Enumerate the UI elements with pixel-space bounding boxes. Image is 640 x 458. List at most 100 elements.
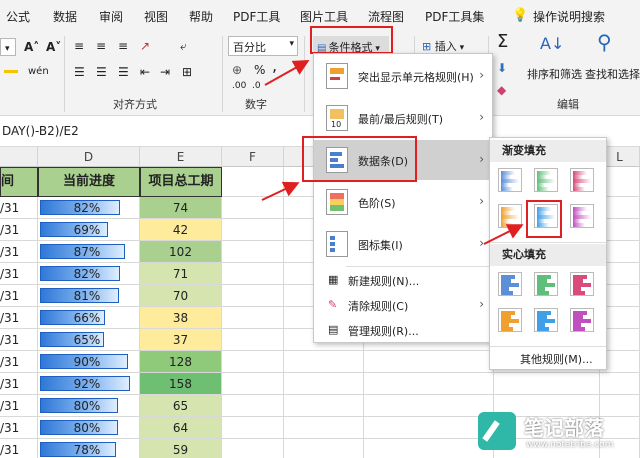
- empty-cell[interactable]: [222, 417, 284, 439]
- align-center-icon[interactable]: ☰: [96, 66, 107, 78]
- font-decrease-icon[interactable]: A˅: [46, 41, 61, 53]
- align-middle-icon[interactable]: ≡: [96, 40, 106, 52]
- duration-cell[interactable]: 37: [140, 329, 222, 351]
- tab-formulas[interactable]: 公式: [6, 8, 30, 25]
- clear-icon[interactable]: ◆: [497, 84, 506, 96]
- comma-button[interactable]: ,: [272, 58, 277, 74]
- date-cell[interactable]: /31: [0, 417, 38, 439]
- date-cell[interactable]: /31: [0, 263, 38, 285]
- column-header-e[interactable]: E: [140, 147, 222, 167]
- empty-cell[interactable]: [600, 373, 640, 395]
- indent-decrease-icon[interactable]: ⇤: [140, 66, 150, 78]
- menu-item-clear-rules[interactable]: ✎ 清除规则(C) ›: [314, 293, 492, 317]
- tab-pdf-toolset[interactable]: PDF工具集: [425, 8, 484, 25]
- merge-center-icon[interactable]: ⊞: [182, 66, 192, 78]
- menu-item-top-bottom[interactable]: 10 最前/最后规则(T) ›: [314, 98, 492, 138]
- header-cell-a[interactable]: 间: [0, 167, 38, 197]
- date-cell[interactable]: /31: [0, 439, 38, 458]
- indent-increase-icon[interactable]: ⇥: [160, 66, 170, 78]
- percent-button[interactable]: %: [254, 64, 265, 76]
- duration-cell[interactable]: 71: [140, 263, 222, 285]
- empty-cell[interactable]: [222, 219, 284, 241]
- tab-flowchart[interactable]: 流程图: [368, 8, 404, 25]
- date-cell[interactable]: /31: [0, 373, 38, 395]
- align-bottom-icon[interactable]: ≡: [118, 40, 128, 52]
- empty-cell[interactable]: [222, 307, 284, 329]
- date-cell[interactable]: /31: [0, 285, 38, 307]
- gradient-bar-swatch[interactable]: [570, 204, 594, 228]
- more-rules-item[interactable]: 其他规则(M)...: [520, 351, 593, 367]
- solid-bar-swatch[interactable]: [534, 272, 558, 296]
- duration-cell[interactable]: 38: [140, 307, 222, 329]
- gradient-bar-swatch[interactable]: [570, 168, 594, 192]
- menu-item-color-scale[interactable]: 色阶(S) ›: [314, 182, 492, 222]
- empty-cell[interactable]: [364, 417, 494, 439]
- date-cell[interactable]: /31: [0, 241, 38, 263]
- align-left-icon[interactable]: ☰: [74, 66, 85, 78]
- progress-cell[interactable]: 80%: [38, 395, 140, 417]
- tab-picture-tools[interactable]: 图片工具: [300, 8, 348, 25]
- search-icon[interactable]: ⚲: [597, 32, 612, 52]
- empty-cell[interactable]: [364, 439, 494, 458]
- empty-cell[interactable]: [494, 373, 600, 395]
- tab-pdf-tools[interactable]: PDF工具: [233, 8, 280, 25]
- tab-data[interactable]: 数据: [53, 8, 77, 25]
- orientation-icon[interactable]: ↗: [140, 40, 150, 52]
- column-header-f[interactable]: F: [222, 147, 284, 167]
- progress-cell[interactable]: 80%: [38, 417, 140, 439]
- empty-cell[interactable]: [222, 329, 284, 351]
- phonetic-icon[interactable]: wén: [28, 66, 49, 78]
- highlight-color-icon[interactable]: [4, 70, 18, 73]
- duration-cell[interactable]: 128: [140, 351, 222, 373]
- duration-cell[interactable]: 65: [140, 395, 222, 417]
- date-cell[interactable]: /31: [0, 219, 38, 241]
- solid-bar-swatch[interactable]: [534, 308, 558, 332]
- empty-cell[interactable]: [284, 439, 364, 458]
- progress-cell[interactable]: 82%: [38, 197, 140, 219]
- progress-cell[interactable]: 81%: [38, 285, 140, 307]
- empty-cell[interactable]: [364, 395, 494, 417]
- formula-text[interactable]: DAY()-B2)/E2: [2, 124, 79, 138]
- date-cell[interactable]: /31: [0, 351, 38, 373]
- empty-cell[interactable]: [222, 167, 284, 197]
- tab-view[interactable]: 视图: [144, 8, 168, 25]
- empty-cell[interactable]: [284, 395, 364, 417]
- empty-cell[interactable]: [222, 285, 284, 307]
- font-increase-icon[interactable]: A˄: [24, 41, 39, 53]
- menu-item-manage-rules[interactable]: ▤ 管理规则(R)...: [314, 318, 492, 342]
- align-top-icon[interactable]: ≡: [74, 40, 84, 52]
- find-select-button[interactable]: 查找和选择: [585, 66, 640, 82]
- currency-icon[interactable]: ⊕: [232, 64, 242, 76]
- gradient-bar-swatch[interactable]: [534, 168, 558, 192]
- wrap-text-icon[interactable]: ⤶: [180, 40, 187, 52]
- decrease-decimal-button[interactable]: .0: [252, 80, 261, 92]
- menu-item-new-rule[interactable]: ▦ 新建规则(N)...: [314, 268, 492, 292]
- gradient-bar-swatch[interactable]: [498, 204, 522, 228]
- header-current-progress[interactable]: 当前进度: [38, 167, 140, 197]
- solid-bar-swatch[interactable]: [498, 272, 522, 296]
- empty-cell[interactable]: [284, 417, 364, 439]
- empty-cell[interactable]: [222, 241, 284, 263]
- duration-cell[interactable]: 59: [140, 439, 222, 458]
- gradient-bar-swatch[interactable]: [498, 168, 522, 192]
- font-size-dropdown[interactable]: ▾: [0, 38, 16, 56]
- tab-help[interactable]: 帮助: [189, 8, 213, 25]
- column-header-a[interactable]: [0, 147, 38, 167]
- empty-cell[interactable]: [284, 351, 364, 373]
- empty-cell[interactable]: [222, 197, 284, 219]
- progress-cell[interactable]: 78%: [38, 439, 140, 458]
- progress-cell[interactable]: 65%: [38, 329, 140, 351]
- empty-cell[interactable]: [222, 395, 284, 417]
- tab-review[interactable]: 审阅: [99, 8, 123, 25]
- date-cell[interactable]: /31: [0, 395, 38, 417]
- solid-bar-swatch[interactable]: [498, 308, 522, 332]
- empty-cell[interactable]: [284, 373, 364, 395]
- empty-cell[interactable]: [364, 351, 494, 373]
- progress-cell[interactable]: 92%: [38, 373, 140, 395]
- menu-item-highlight-rules[interactable]: 突出显示单元格规则(H) ›: [314, 56, 492, 96]
- duration-cell[interactable]: 102: [140, 241, 222, 263]
- fill-icon[interactable]: ⬇: [497, 62, 507, 74]
- solid-bar-swatch[interactable]: [570, 272, 594, 296]
- duration-cell[interactable]: 42: [140, 219, 222, 241]
- solid-bar-swatch[interactable]: [570, 308, 594, 332]
